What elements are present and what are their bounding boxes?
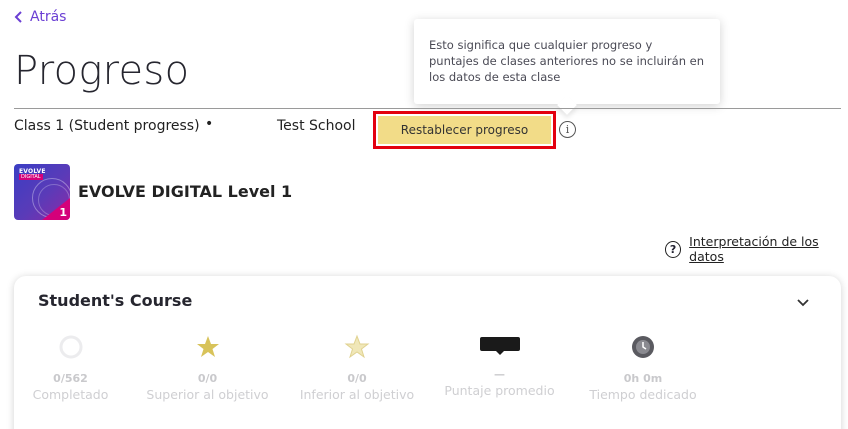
reset-highlight: Restablecer progreso xyxy=(373,111,556,149)
stat-below-target: 0/0 Inferior al objetivo xyxy=(295,334,419,402)
thumbnail-brand-sub: DIGITAL xyxy=(19,174,43,180)
reset-progress-button[interactable]: Restablecer progreso xyxy=(378,116,551,144)
course-thumbnail: EVOLVE DIGITAL 1 xyxy=(14,164,70,220)
class-name: Class 1 (Student progress) xyxy=(14,118,200,134)
school-name: Test School xyxy=(277,118,356,134)
course-name: EVOLVE DIGITAL Level 1 xyxy=(78,182,293,201)
progress-circle-icon xyxy=(59,335,82,359)
student-course-card: Student's Course 0/562 Completado 0/0 Su… xyxy=(14,276,841,429)
question-circle-icon: ? xyxy=(665,240,682,258)
stat-label: Completado xyxy=(32,387,109,402)
stat-label: Inferior al objetivo xyxy=(299,387,415,402)
stat-value: 0/0 xyxy=(347,372,367,385)
reset-tooltip: Esto significa que cualquier progreso y … xyxy=(414,19,720,104)
data-interpretation-link[interactable]: ? Interpretación de los datos xyxy=(665,234,848,264)
back-label: Atrás xyxy=(30,9,67,25)
meta-separator: • xyxy=(205,116,214,132)
page-title: Progreso xyxy=(14,48,190,94)
chevron-left-icon xyxy=(14,11,22,23)
title-divider xyxy=(14,108,841,109)
star-outline-icon xyxy=(344,334,370,359)
stat-label: Puntaje promedio xyxy=(444,383,555,398)
stat-value: 0h 0m xyxy=(623,372,663,385)
stat-completed: 0/562 Completado xyxy=(28,334,113,402)
stat-label: Tiempo dedicado xyxy=(589,387,697,402)
stat-value: 0/562 xyxy=(53,372,88,385)
stat-above-target: 0/0 Superior al objetivo xyxy=(140,334,275,402)
stat-value: — xyxy=(494,368,505,381)
star-icon xyxy=(196,336,219,357)
back-link[interactable]: Atrás xyxy=(14,9,66,25)
score-badge-icon xyxy=(479,337,520,355)
stat-value: 0/0 xyxy=(197,372,218,385)
card-title: Student's Course xyxy=(38,291,193,310)
chevron-down-icon[interactable] xyxy=(795,295,811,311)
stat-label: Superior al objetivo xyxy=(146,387,269,402)
data-interpretation-label: Interpretación de los datos xyxy=(689,234,819,264)
stat-average-score: — Puntaje promedio xyxy=(438,334,561,398)
clock-icon xyxy=(632,336,654,358)
stat-time-spent: 0h 0m Tiempo dedicado xyxy=(586,334,700,402)
info-icon[interactable]: i xyxy=(559,121,576,138)
thumbnail-level: 1 xyxy=(59,206,67,219)
